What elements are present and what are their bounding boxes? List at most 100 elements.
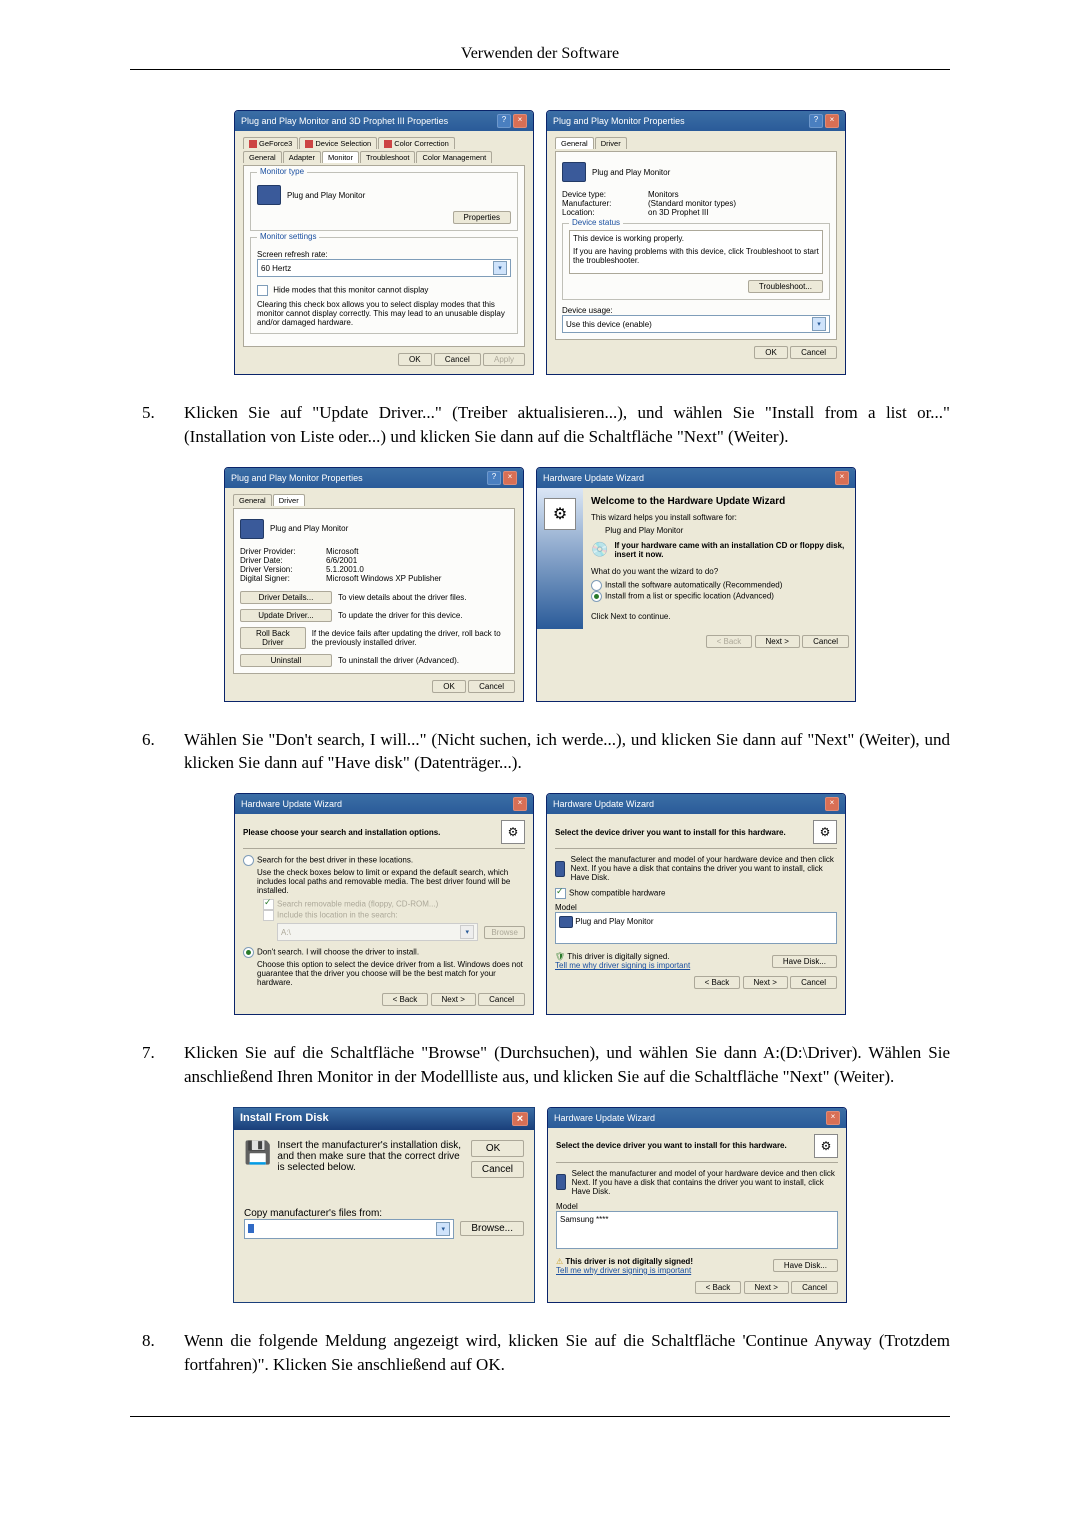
back-button[interactable]: < Back [382,993,429,1006]
copy-from-label: Copy manufacturer's files from: [244,1208,524,1219]
cancel-button[interactable]: Cancel [802,635,849,648]
next-button[interactable]: Next > [755,635,800,648]
cd-hint: If your hardware came with an installati… [614,541,847,559]
cancel-button[interactable]: Cancel [791,1281,838,1294]
next-button[interactable]: Next > [743,976,788,989]
troubleshoot-button[interactable]: Troubleshoot... [748,280,823,293]
cancel-button[interactable]: Cancel [471,1161,524,1178]
tab-general[interactable]: General [555,137,594,149]
cancel-button[interactable]: Cancel [790,976,837,989]
update-driver-button[interactable]: Update Driver... [240,609,332,622]
tab-troubleshoot[interactable]: Troubleshoot [360,151,416,163]
dlg-monitor-properties-general: Plug and Play Monitor Properties ? × Gen… [546,110,846,375]
help-icon[interactable]: ? [809,114,823,128]
tab-color-mgmt[interactable]: Color Management [416,151,492,163]
monitor-icon [555,861,565,877]
opt-search-label: Search for the best driver in these loca… [257,856,413,865]
wizard-icon: ⚙ [544,498,576,530]
close-icon[interactable]: × [503,471,517,485]
opt-auto-radio[interactable] [591,580,602,591]
close-icon[interactable]: × [513,114,527,128]
tab-driver[interactable]: Driver [595,137,627,149]
dlg-display-properties: Plug and Play Monitor and 3D Prophet III… [234,110,534,375]
dlg-hw-wizard-select-samsung: Hardware Update Wizard × Select the devi… [547,1107,847,1303]
close-icon[interactable]: × [826,1111,840,1125]
chevron-down-icon: ▾ [493,261,507,275]
cancel-button[interactable]: Cancel [434,353,481,366]
device-usage-label: Device usage: [562,306,830,315]
refresh-rate-select[interactable]: 60 Hertz ▾ [257,259,511,277]
show-compat-checkbox[interactable] [555,888,566,899]
close-icon[interactable]: × [825,797,839,811]
hide-modes-checkbox[interactable] [257,285,268,296]
cancel-button[interactable]: Cancel [468,680,515,693]
ok-button[interactable]: OK [432,680,466,693]
ok-button[interactable]: OK [754,346,788,359]
tab-driver[interactable]: Driver [273,494,305,506]
dlg6-desc: Select the manufacturer and model of you… [571,855,837,882]
location-label: Location: [562,208,642,217]
warning-icon: ⚠ [556,1257,563,1266]
rollback-driver-button[interactable]: Roll Back Driver [240,627,306,649]
location-value: on 3D Prophet III [648,208,708,217]
device-name: Plug and Play Monitor [270,524,348,533]
cancel-button[interactable]: Cancel [478,993,525,1006]
device-usage-select[interactable]: Use this device (enable) ▾ [562,315,830,333]
back-button[interactable]: < Back [694,976,741,989]
next-button[interactable]: Next > [744,1281,789,1294]
ok-button[interactable]: OK [398,353,432,366]
wizard-continue: Click Next to continue. [591,612,847,621]
tab-general[interactable]: General [243,151,282,163]
tab-monitor[interactable]: Monitor [322,151,359,163]
step-7: 7. Klicken Sie auf die Schaltfläche "Bro… [130,1041,950,1089]
tab-geforce3[interactable]: GeForce3 [243,137,298,149]
model-list[interactable]: Plug and Play Monitor [555,912,837,944]
provider-value: Microsoft [326,547,358,556]
have-disk-button[interactable]: Have Disk... [772,955,837,968]
close-icon[interactable]: × [825,114,839,128]
dlg6-title: Hardware Update Wizard [553,799,654,809]
opt-list-radio[interactable] [591,591,602,602]
tell-me-link[interactable]: Tell me why driver signing is important [556,1266,691,1275]
group-monitor-type: Monitor type [257,167,307,176]
close-icon[interactable]: × [835,471,849,485]
next-button[interactable]: Next > [431,993,476,1006]
model-label: Model [556,1202,838,1211]
monitor-icon [240,519,264,539]
uninstall-button[interactable]: Uninstall [240,654,332,667]
dlg8-heading: Select the device driver you want to ins… [556,1141,787,1150]
tab-general[interactable]: General [233,494,272,506]
properties-button[interactable]: Properties [453,211,511,224]
wizard-question: What do you want the wizard to do? [591,567,847,576]
date-value: 6/6/2001 [326,556,357,565]
tell-me-link[interactable]: Tell me why driver signing is important [555,961,690,970]
model-list[interactable]: Samsung **** [556,1211,838,1249]
browse-button[interactable]: Browse... [460,1221,524,1236]
monitor-icon [257,185,281,205]
close-icon[interactable]: × [512,1112,528,1126]
opt-search-radio[interactable] [243,855,254,866]
chevron-down-icon: ▾ [460,925,474,939]
tab-device-selection[interactable]: Device Selection [299,137,377,149]
tab-adapter[interactable]: Adapter [283,151,321,163]
dlg8-desc: Select the manufacturer and model of you… [572,1169,838,1196]
path-field[interactable] [248,1224,254,1233]
dlg-monitor-properties-driver: Plug and Play Monitor Properties ? × Gen… [224,467,524,702]
dlg1-title: Plug and Play Monitor and 3D Prophet III… [241,116,448,126]
opt-dontsearch-radio[interactable] [243,947,254,958]
signer-label: Digital Signer: [240,574,320,583]
device-status-text: This device is working properly. If you … [569,230,823,274]
help-icon[interactable]: ? [497,114,511,128]
chevron-down-icon: ▾ [812,317,826,331]
ok-button[interactable]: OK [471,1140,524,1157]
have-disk-button[interactable]: Have Disk... [773,1259,838,1272]
help-icon[interactable]: ? [487,471,501,485]
driver-details-button[interactable]: Driver Details... [240,591,332,604]
tab-color-correction[interactable]: Color Correction [378,137,455,149]
back-button[interactable]: < Back [695,1281,742,1294]
wizard-icon: ⚙ [813,820,837,844]
unsigned-text: This driver is not digitally signed! [565,1257,693,1266]
cancel-button[interactable]: Cancel [790,346,837,359]
device-type-value: Monitors [648,190,679,199]
close-icon[interactable]: × [513,797,527,811]
